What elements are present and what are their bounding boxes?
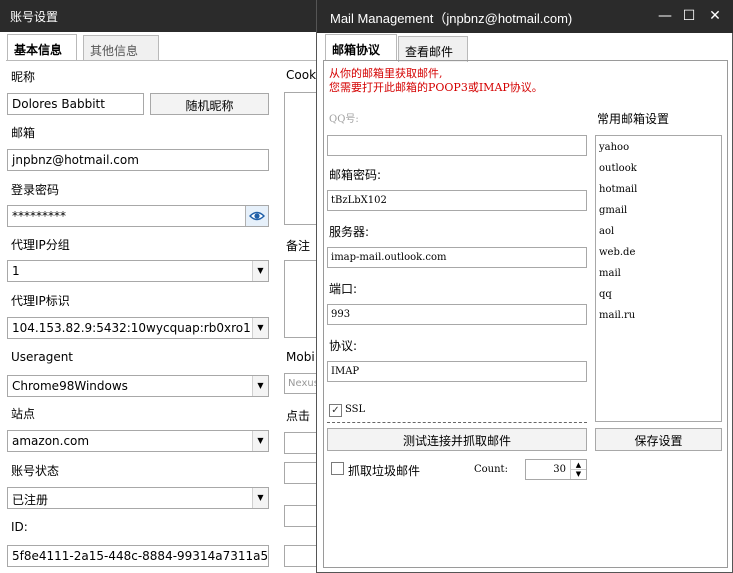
count-stepper[interactable]: 30 ▲ ▼ — [525, 459, 587, 480]
test-connection-button[interactable]: 测试连接并抓取邮件 — [327, 428, 587, 451]
notes-label: 备注 — [286, 239, 311, 253]
preset-item-hotmail[interactable]: hotmail — [596, 179, 721, 200]
chevron-down-icon: ▼ — [252, 431, 268, 451]
notice-line-2: 您需要打开此邮箱的POOP3或IMAP协议。 — [329, 81, 543, 94]
preset-item-aol[interactable]: aol — [596, 221, 721, 242]
account-window-title: 账号设置 — [10, 10, 59, 24]
junk-mail-label: 抓取垃圾邮件 — [348, 464, 421, 478]
protocol-input[interactable]: IMAP — [327, 361, 587, 382]
email-input[interactable]: jnpbnz@hotmail.com — [7, 149, 269, 171]
tab-view-mail[interactable]: 查看邮件 — [398, 36, 468, 62]
site-label: 站点 — [11, 407, 36, 421]
random-nickname-button[interactable]: 随机昵称 — [150, 93, 269, 115]
preset-item-gmail[interactable]: gmail — [596, 200, 721, 221]
ssl-label: SSL — [345, 404, 366, 415]
useragent-label: Useragent — [11, 350, 74, 364]
checkmark-icon: ✓ — [331, 405, 340, 416]
site-select[interactable]: amazon.com ▼ — [7, 430, 269, 452]
email-label: 邮箱 — [11, 126, 36, 140]
status-select[interactable]: 已注册 ▼ — [7, 487, 269, 509]
save-settings-button[interactable]: 保存设置 — [595, 428, 722, 451]
site-value: amazon.com — [12, 434, 90, 448]
count-value: 30 — [553, 464, 566, 475]
tab-basic-info[interactable]: 基本信息 — [7, 34, 77, 61]
tab-strip-divider — [6, 60, 316, 61]
proxy-id-value: 104.153.82.9:5432:10wycquap:rb0xro1 — [12, 321, 251, 335]
preset-item-qq[interactable]: qq — [596, 284, 721, 305]
count-label: Count: — [474, 464, 508, 475]
decrement-button[interactable]: ▼ — [570, 470, 586, 479]
port-label: 端口: — [329, 282, 358, 296]
eye-icon — [249, 211, 265, 221]
mail-password-input[interactable]: tBzLbX102 — [327, 190, 587, 211]
notice-text: 从你的邮箱里获取邮件, 您需要打开此邮箱的POOP3或IMAP协议。 — [329, 67, 543, 95]
id-input[interactable]: 5f8e4111-2a15-448c-8884-99314a7311a5 — [7, 545, 269, 567]
mobile-label: Mobi — [286, 350, 315, 364]
preset-item-web-de[interactable]: web.de — [596, 242, 721, 263]
qq-input[interactable] — [327, 135, 587, 156]
junk-mail-checkbox[interactable] — [331, 462, 344, 475]
nickname-label: 昵称 — [11, 70, 36, 84]
increment-button[interactable]: ▲ — [570, 460, 586, 470]
qq-label: QQ号: — [329, 114, 359, 125]
port-input[interactable]: 993 — [327, 304, 587, 325]
click-label: 点击 — [286, 409, 311, 423]
notice-line-1: 从你的邮箱里获取邮件, — [329, 67, 443, 80]
show-password-button[interactable] — [245, 206, 268, 226]
proxy-id-select[interactable]: 104.153.82.9:5432:10wycquap:rb0xro1 ▼ — [7, 317, 269, 339]
tab-mail-protocol[interactable]: 邮箱协议 — [325, 34, 397, 61]
protocol-label: 协议: — [329, 339, 358, 353]
password-label: 登录密码 — [11, 183, 60, 197]
mail-password-label: 邮箱密码: — [329, 168, 382, 182]
proxy-group-label: 代理IP分组 — [11, 238, 70, 252]
preset-item-yahoo[interactable]: yahoo — [596, 137, 721, 158]
proxy-group-value: 1 — [12, 264, 20, 278]
useragent-value: Chrome98Windows — [12, 379, 128, 393]
presets-list[interactable]: yahoo outlook hotmail gmail aol web.de m… — [595, 135, 722, 422]
useragent-select[interactable]: Chrome98Windows ▼ — [7, 375, 269, 397]
separator-line — [327, 422, 587, 423]
presets-label: 常用邮箱设置 — [597, 112, 670, 126]
preset-item-mail[interactable]: mail — [596, 263, 721, 284]
ssl-checkbox[interactable]: ✓ — [329, 404, 342, 417]
nickname-input[interactable]: Dolores Babbitt — [7, 93, 144, 115]
preset-item-outlook[interactable]: outlook — [596, 158, 721, 179]
cookie-label: Cook — [286, 68, 317, 82]
chevron-down-icon: ▼ — [252, 488, 268, 508]
proxy-id-label: 代理IP标识 — [11, 294, 70, 308]
mail-window-title: Mail Management（jnpbnz@hotmail.com) — [330, 11, 573, 26]
status-value: 已注册 — [12, 493, 49, 507]
tab-other-info[interactable]: 其他信息 — [83, 35, 159, 61]
close-button[interactable]: ✕ — [705, 6, 725, 26]
proxy-group-select[interactable]: 1 ▼ — [7, 260, 269, 282]
chevron-down-icon: ▼ — [252, 376, 268, 396]
server-label: 服务器: — [329, 225, 370, 239]
server-input[interactable]: imap-mail.outlook.com — [327, 247, 587, 268]
status-label: 账号状态 — [11, 464, 60, 478]
mail-management-window: Mail Management（jnpbnz@hotmail.com) — ☐ … — [316, 0, 733, 573]
preset-item-mail-ru[interactable]: mail.ru — [596, 305, 721, 326]
password-input[interactable]: ********* — [7, 205, 269, 227]
maximize-button[interactable]: ☐ — [679, 6, 699, 26]
id-label: ID: — [11, 520, 28, 534]
chevron-down-icon: ▼ — [252, 261, 268, 281]
minimize-button[interactable]: — — [655, 6, 675, 26]
chevron-down-icon: ▼ — [252, 318, 268, 338]
